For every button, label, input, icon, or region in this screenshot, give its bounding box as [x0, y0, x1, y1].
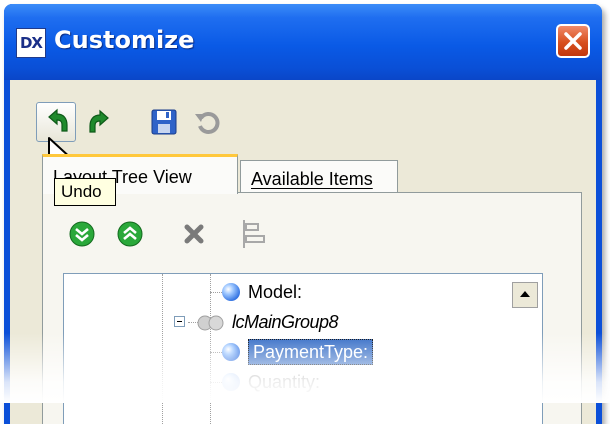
tab-label: Available Items — [251, 169, 373, 189]
save-button[interactable] — [148, 106, 180, 138]
reset-icon — [195, 112, 220, 134]
tree-guide-line — [210, 382, 222, 383]
tree-guide-line — [210, 292, 222, 293]
item-bullet-icon — [222, 283, 240, 301]
dialog-client-area: Undo Layout Tree View Available Items Mo… — [10, 80, 596, 424]
delete-x-icon — [184, 224, 204, 244]
tooltip: Undo — [54, 178, 116, 206]
floppy-disk-icon — [151, 109, 177, 135]
tree-guide-line — [210, 274, 211, 424]
tree-guide-line — [210, 352, 222, 353]
redo-arrow-icon — [89, 109, 109, 133]
tree-group-label: lcMainGroup8 — [232, 312, 339, 332]
collapse-all-icon — [117, 221, 143, 247]
window-title: Customize — [54, 26, 195, 54]
app-icon: DX — [16, 28, 46, 58]
reset-button[interactable] — [192, 106, 224, 138]
align-left-icon — [243, 220, 265, 248]
item-bullet-icon — [222, 343, 240, 361]
collapse-all-button[interactable] — [115, 219, 145, 249]
minus-icon — [177, 321, 182, 322]
tree-item-label: Quantity: — [248, 372, 321, 392]
customize-window: DX Customize Undo Layout Tree View Avail… — [4, 4, 602, 424]
close-button[interactable] — [556, 24, 590, 58]
expand-all-button[interactable] — [67, 219, 97, 249]
tree-guide-line — [162, 274, 163, 424]
tree-item-label: Model: — [248, 282, 303, 302]
scroll-up-button[interactable] — [512, 282, 538, 308]
tree-item-label: PaymentType: — [248, 339, 374, 365]
redo-button[interactable] — [84, 106, 116, 138]
delete-button[interactable] — [179, 219, 209, 249]
tab-available-items[interactable]: Available Items — [240, 160, 398, 196]
collapse-toggle[interactable] — [174, 316, 185, 327]
expand-all-icon — [69, 221, 95, 247]
layout-tree-panel: Model: lcMainGroup8 PaymentType: Quantit… — [42, 192, 582, 424]
align-button[interactable] — [239, 217, 269, 248]
item-bullet-icon — [222, 373, 240, 391]
close-icon — [564, 32, 582, 50]
title-bar[interactable]: DX Customize — [4, 4, 602, 80]
layout-tree[interactable]: Model: lcMainGroup8 PaymentType: Quantit… — [63, 273, 543, 424]
group-icon — [197, 315, 224, 331]
